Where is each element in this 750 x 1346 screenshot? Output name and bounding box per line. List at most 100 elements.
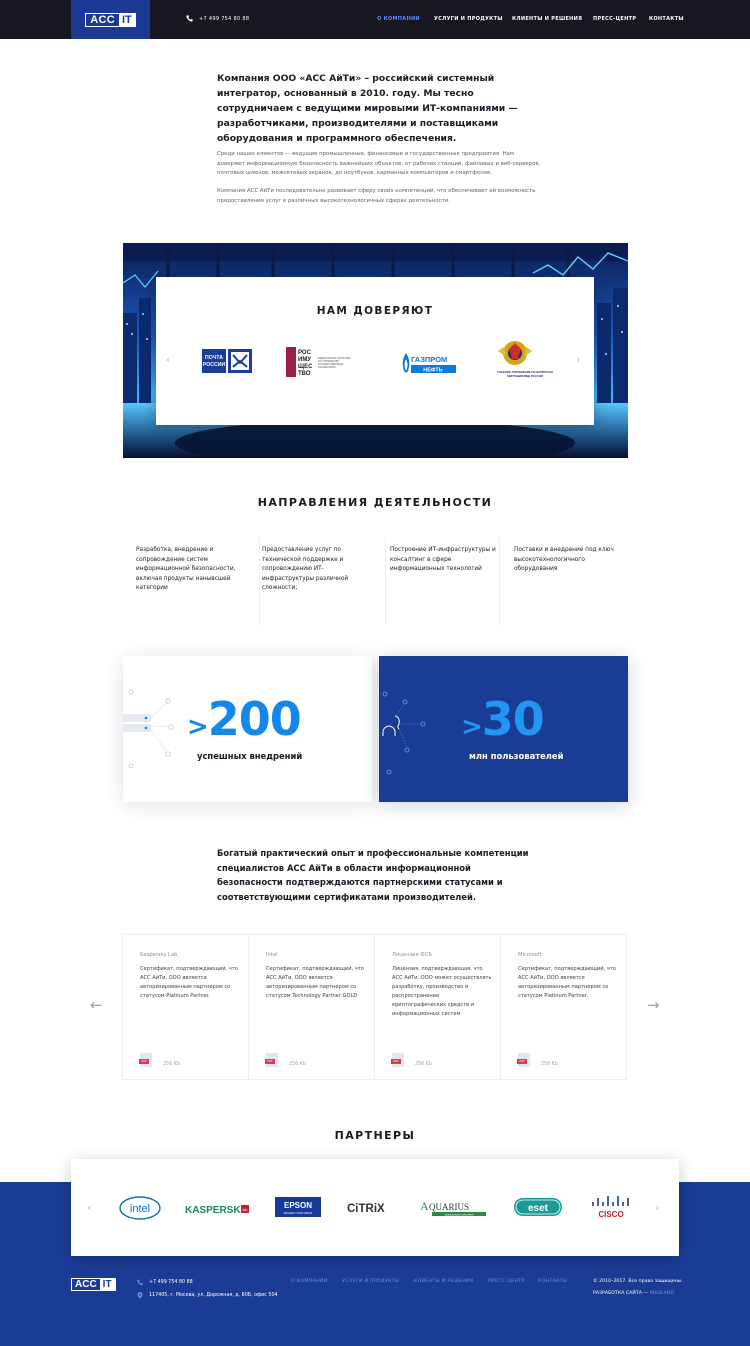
trust-card: НАМ ДОВЕРЯЮТ ‹ › ПОЧТА РОССИИ РОС ИМУ ЩЕ…: [156, 277, 594, 425]
stat-value: >200: [187, 696, 302, 750]
footer-developer-label: Разработка сайта —: [593, 1291, 649, 1296]
svg-text:РОССИИ: РОССИИ: [203, 362, 226, 368]
svg-text:РОС: РОС: [298, 350, 312, 356]
certificate-vendor: Kaspersky Lab: [140, 952, 178, 958]
certificate-file-size: 256 Kb: [163, 1062, 180, 1067]
logo-cisco: CISCO: [590, 1193, 632, 1223]
logo-aquarius: A QUARIUS компьютеры и решения: [420, 1197, 488, 1223]
svg-text:ИМУЩЕСТВОМ: ИМУЩЕСТВОМ: [318, 366, 336, 369]
stat-label: млн пользователей: [469, 751, 564, 761]
pdf-file-type: PDF: [139, 1059, 149, 1064]
stat-number: 30: [481, 692, 545, 746]
stat-prefix: >: [461, 712, 483, 742]
svg-text:ГАЗПРОМ: ГАЗПРОМ: [411, 355, 447, 364]
footer-phone-number: +7 499 754 80 88: [149, 1280, 193, 1285]
location-pin-icon: [137, 1292, 143, 1299]
svg-text:lab: lab: [243, 1208, 248, 1212]
nav-item-contacts[interactable]: Контакты: [649, 16, 684, 22]
logo-eset: eset: [513, 1197, 563, 1221]
footer-logo-text-it: IT: [99, 1279, 115, 1290]
chevron-right-icon[interactable]: ›: [576, 354, 580, 365]
svg-text:eset: eset: [528, 1203, 549, 1214]
stat-prefix: >: [187, 712, 209, 742]
certificate-file-size: 256 Kb: [289, 1062, 306, 1067]
logo-gazprom-neft: ГАЗПРОМ НЕФТЬ: [400, 351, 456, 379]
footer-copyright: © 2010–2017. Все права защищены.: [593, 1279, 683, 1284]
certificate-file-size: 256 Kb: [415, 1062, 432, 1067]
certificate-description: Сертификат, подтверждающий, что АСС АйТи…: [140, 966, 238, 999]
arrow-right-icon[interactable]: →: [647, 996, 660, 1014]
pdf-file-icon[interactable]: PDF: [391, 1053, 404, 1067]
logo-pochta-rossii: ПОЧТА РОССИИ: [202, 349, 252, 377]
svg-text:KASPERSKY: KASPERSKY: [185, 1205, 248, 1216]
logo-epson: EPSON EXCEED YOUR VISION: [275, 1197, 321, 1221]
logo-intel: intel: [119, 1195, 161, 1225]
svg-text:компьютеры и решения: компьютеры и решения: [445, 1213, 474, 1216]
svg-text:ИМУ: ИМУ: [298, 357, 311, 363]
footer-developer: Разработка сайта — NIKOLAND: [593, 1291, 674, 1296]
footer-developer-link[interactable]: NIKOLAND: [650, 1291, 674, 1296]
svg-text:A: A: [420, 1199, 429, 1213]
nav-item-about[interactable]: О компании: [377, 16, 420, 22]
certificate-file-size: 256 Kb: [541, 1062, 558, 1067]
partners-carousel: ‹ › intel KASPERSKY lab EPSON EXCEED YOU…: [71, 1159, 679, 1256]
nav-item-press[interactable]: Пресс-центр: [593, 16, 636, 22]
nav-item-services[interactable]: Услуги и продукты: [434, 16, 503, 22]
chevron-left-icon[interactable]: ‹: [166, 354, 170, 365]
certificate-card[interactable]: Kaspersky Lab Сертификат, подтверждающий…: [123, 935, 249, 1080]
footer-nav-services[interactable]: Услуги и продукты: [342, 1279, 399, 1284]
direction-item: Построение ИТ-инфраструктуры и консалтин…: [390, 538, 500, 626]
pdf-file-type: PDF: [391, 1059, 401, 1064]
svg-text:ПОЧТА: ПОЧТА: [205, 355, 223, 361]
certificate-description: Сертификат, подтверждающий, что АСС АйТи…: [266, 966, 364, 999]
experience-text: Богатый практический опыт и профессионал…: [217, 848, 529, 902]
header-bar: ACC IT +7 499 754 80 88 О компании Услуг…: [0, 0, 750, 39]
pdf-file-type: PDF: [517, 1059, 527, 1064]
pdf-file-type: PDF: [265, 1059, 275, 1064]
certificate-description: Лицензия, подтверждающая, что АСС АйТи, …: [392, 966, 492, 1017]
pdf-file-icon[interactable]: PDF: [139, 1053, 152, 1067]
footer-address-text: 117405, г. Москва, ул. Дорожная, д. 60Б,…: [149, 1293, 278, 1298]
footer-nav-contacts[interactable]: Контакты: [538, 1279, 567, 1284]
intro-paragraph-clients: Среди наших клиентов — ведущие промышлен…: [217, 151, 541, 177]
directions-title: НАПРАВЛЕНИЯ ДЕЯТЕЛЬНОСТИ: [257, 496, 493, 509]
pdf-file-icon[interactable]: PDF: [517, 1053, 530, 1067]
svg-text:EPSON: EPSON: [284, 1201, 312, 1210]
svg-text:НЕФТЬ: НЕФТЬ: [423, 368, 442, 374]
svg-text:QUARIUS: QUARIUS: [429, 1202, 469, 1212]
svg-text:ЩЕС: ЩЕС: [298, 364, 313, 370]
stat-users: >30 млн пользователей: [379, 656, 628, 802]
svg-text:ТВО: ТВО: [298, 371, 311, 377]
footer-nav-press[interactable]: Пресс-центр: [488, 1279, 525, 1284]
certificate-vendor: Microsoft: [518, 952, 542, 958]
intro-lead: Компания ООО «АСС АйТи» – российский сис…: [217, 73, 518, 144]
footer-nav-about[interactable]: О компании: [291, 1279, 328, 1284]
stat-value: >30: [461, 696, 545, 750]
server-network-icon: [123, 689, 174, 769]
svg-text:intel: intel: [130, 1203, 150, 1215]
direction-text: Построение ИТ-инфраструктуры и консалтин…: [390, 547, 496, 573]
stat-number: 200: [207, 692, 302, 746]
footer-nav-clients[interactable]: Клиенты и решения: [414, 1279, 473, 1284]
intro-paragraph-competence: Компания АСС АйТи последовательно развив…: [217, 188, 536, 204]
nav-item-clients[interactable]: Клиенты и решения: [512, 16, 582, 22]
certificate-card[interactable]: Intel Сертификат, подтверждающий, что АС…: [249, 935, 375, 1080]
certificate-card[interactable]: Microsoft Сертификат, подтверждающий, чт…: [501, 935, 626, 1080]
svg-text:CiTRiX: CiTRiX: [347, 1203, 385, 1215]
chevron-left-icon[interactable]: ‹: [87, 1202, 91, 1213]
footer-logo[interactable]: ACC IT: [71, 1278, 116, 1291]
arrow-left-icon[interactable]: ←: [90, 996, 103, 1014]
footer-phone[interactable]: +7 499 754 80 88: [137, 1279, 193, 1286]
direction-item: Разработка, внедрение и сопровождение си…: [136, 538, 260, 626]
phone-icon: [137, 1279, 143, 1286]
certificate-card[interactable]: Лицензия ФСБ Лицензия, подтверждающая, ч…: [375, 935, 501, 1080]
logo-kaspersky: KASPERSKY lab: [185, 1201, 249, 1220]
certificate-vendor: Intel: [266, 952, 278, 958]
chevron-right-icon[interactable]: ›: [655, 1202, 659, 1213]
certificates-carousel: Kaspersky Lab Сертификат, подтверждающий…: [122, 934, 627, 1080]
certificate-vendor: Лицензия ФСБ: [392, 952, 432, 958]
direction-text: Поставки и внедрение под ключ высокотехн…: [514, 547, 614, 573]
footer-address: 117405, г. Москва, ул. Дорожная, д. 60Б,…: [137, 1292, 278, 1299]
trust-title: НАМ ДОВЕРЯЮТ: [316, 305, 434, 317]
pdf-file-icon[interactable]: PDF: [265, 1053, 278, 1067]
